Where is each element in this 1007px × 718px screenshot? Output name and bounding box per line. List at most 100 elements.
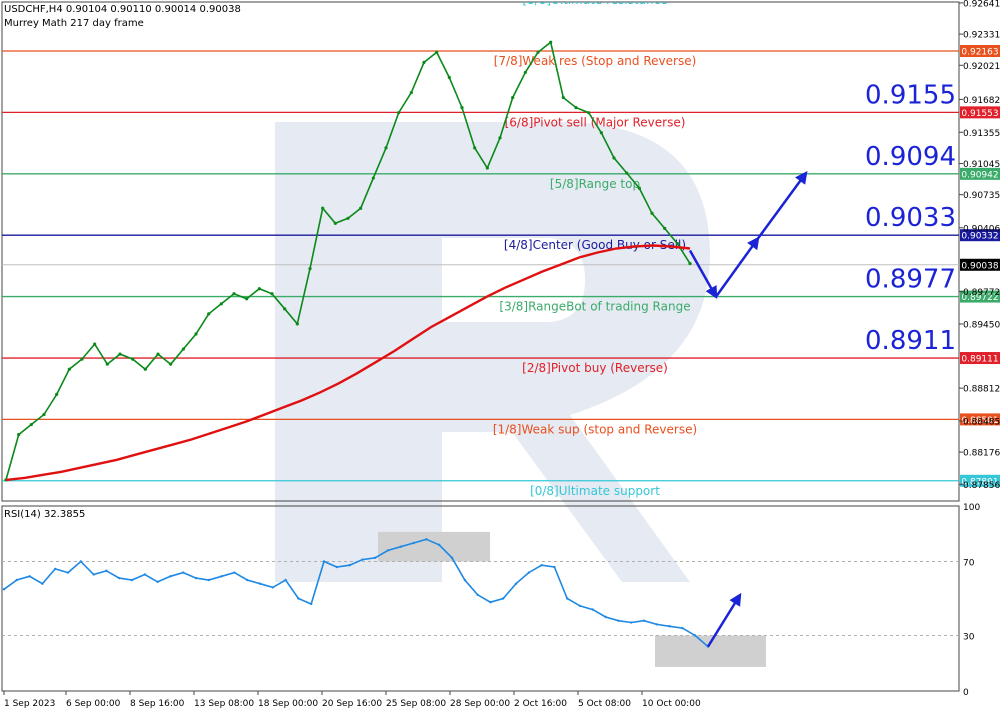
price-chart: [8/8]Ultimate resistance [7/8]Weak res (S… [1, 0, 1000, 709]
price-point-49 [625, 171, 629, 175]
y-tick-label-10: 0.88812 [963, 385, 1000, 395]
rsi-point-21 [271, 586, 274, 589]
x-tick-label-9: 5 Oct 08:00 [578, 699, 631, 709]
price-point-36 [460, 106, 464, 110]
rsi-point-50 [642, 619, 646, 622]
rsi-point-5 [66, 571, 70, 574]
x-tick-label-5: 20 Sep 16:00 [322, 699, 382, 709]
rsi-point-18 [233, 571, 236, 574]
y-tick-label-8: 0.89772 [963, 288, 1000, 298]
rsi-point-6 [79, 560, 83, 563]
y-tick-label-7: 0.90406 [963, 224, 1000, 234]
price-point-9 [118, 352, 122, 356]
x-tick-label-7: 28 Sep 00:00 [450, 699, 510, 709]
symbol-header: USDCHF,H4 0.90104 0.90110 0.90014 0.9003… [4, 4, 241, 15]
key-level-value-2: 0.9155 [865, 80, 956, 110]
rsi-point-7 [92, 573, 95, 576]
watermark-logo [275, 122, 710, 582]
rsi-point-23 [297, 597, 300, 600]
rsi-point-47 [604, 615, 607, 619]
price-badge-text-1: 0.92163 [961, 47, 998, 57]
y-tick-label-12: 0.88176 [963, 449, 1000, 459]
rsi-point-24 [310, 602, 313, 606]
x-tick-label-3: 13 Sep 08:00 [194, 699, 254, 709]
rsi-axis-label-0: 100 [963, 503, 980, 513]
price-point-14 [181, 347, 185, 351]
rsi-point-16 [207, 578, 210, 582]
price-point-39 [498, 136, 502, 140]
price-point-21 [270, 292, 274, 296]
y-tick-label-13: 0.87856 [963, 481, 1000, 491]
x-tick-label-4: 18 Sep 00:00 [258, 699, 318, 709]
price-point-26 [333, 221, 337, 225]
price-point-16 [207, 312, 211, 316]
price-point-20 [257, 287, 261, 291]
y-tick-label-5: 0.91045 [963, 160, 1000, 170]
rsi-point-9 [118, 576, 121, 580]
price-point-54 [688, 261, 692, 266]
rsi-point-13 [169, 575, 172, 578]
y-tick-label-2: 0.92021 [963, 62, 1000, 72]
murrey-level-label-7: [1/8]Weak sup (stop and Reverse) [493, 422, 697, 436]
price-point-7 [93, 342, 97, 346]
rsi-point-54 [694, 634, 697, 637]
price-point-15 [194, 332, 198, 336]
current-price-badge-text: 0.90038 [961, 261, 998, 271]
rsi-point-1 [15, 578, 18, 582]
rsi-point-41 [527, 571, 530, 574]
x-tick-label-8: 2 Oct 16:00 [514, 699, 567, 709]
rsi-point-2 [28, 575, 31, 578]
price-badge-text-2: 0.91553 [961, 109, 998, 119]
rsi-point-30 [386, 549, 390, 552]
price-point-48 [612, 156, 616, 160]
rsi-point-33 [425, 538, 428, 541]
forecast-arrow-up-1 [714, 236, 760, 298]
murrey-level-label-1: [7/8]Weak res (Stop and Reverse) [494, 54, 697, 68]
price-point-44 [561, 95, 565, 100]
price-point-5 [67, 367, 71, 371]
rsi-point-0 [2, 588, 6, 591]
price-point-24 [308, 267, 312, 271]
rsi-point-14 [182, 571, 185, 574]
rsi-point-17 [220, 575, 223, 578]
key-level-value-4: 0.9033 [865, 203, 956, 233]
rsi-label: RSI(14) 32.3855 [4, 509, 86, 520]
rsi-point-31 [399, 545, 402, 548]
rsi-point-26 [335, 565, 338, 569]
rsi-point-35 [450, 556, 454, 559]
rsi-axis-label-3: 0 [963, 688, 969, 698]
price-point-8 [105, 362, 109, 366]
price-point-2 [29, 422, 33, 427]
murrey-level-label-6: [2/8]Pivot buy (Reverse) [522, 361, 668, 375]
price-point-46 [587, 111, 591, 115]
rsi-point-48 [617, 619, 620, 622]
price-point-35 [447, 75, 451, 80]
price-point-53 [675, 241, 679, 246]
rsi-point-38 [489, 601, 492, 604]
price-point-23 [295, 322, 299, 326]
price-point-27 [346, 216, 350, 220]
price-point-10 [131, 357, 135, 361]
rsi-point-28 [361, 558, 364, 561]
rsi-point-49 [630, 621, 633, 624]
rsi-point-25 [322, 560, 326, 563]
rsi-point-32 [412, 541, 415, 545]
price-point-38 [485, 166, 489, 170]
price-point-52 [663, 226, 667, 230]
price-point-47 [599, 131, 603, 135]
price-point-32 [409, 90, 413, 95]
rsi-axis-label-1: 70 [963, 559, 975, 569]
rsi-point-46 [591, 608, 594, 611]
y-tick-label-6: 0.90735 [963, 191, 1000, 201]
rsi-point-15 [194, 576, 198, 580]
price-point-25 [321, 206, 325, 210]
rsi-point-37 [476, 593, 479, 596]
price-point-6 [80, 357, 84, 361]
y-tick-label-11: 0.88485 [963, 418, 1000, 428]
rsi-point-39 [502, 597, 505, 600]
chart-root: [8/8]Ultimate resistance [7/8]Weak res (S… [0, 0, 1007, 714]
rsi-point-34 [438, 543, 441, 547]
rsi-point-3 [41, 582, 44, 585]
key-level-value-6: 0.8911 [865, 326, 956, 356]
murrey-level-label-5: [3/8]RangeBot of trading Range [499, 300, 690, 314]
